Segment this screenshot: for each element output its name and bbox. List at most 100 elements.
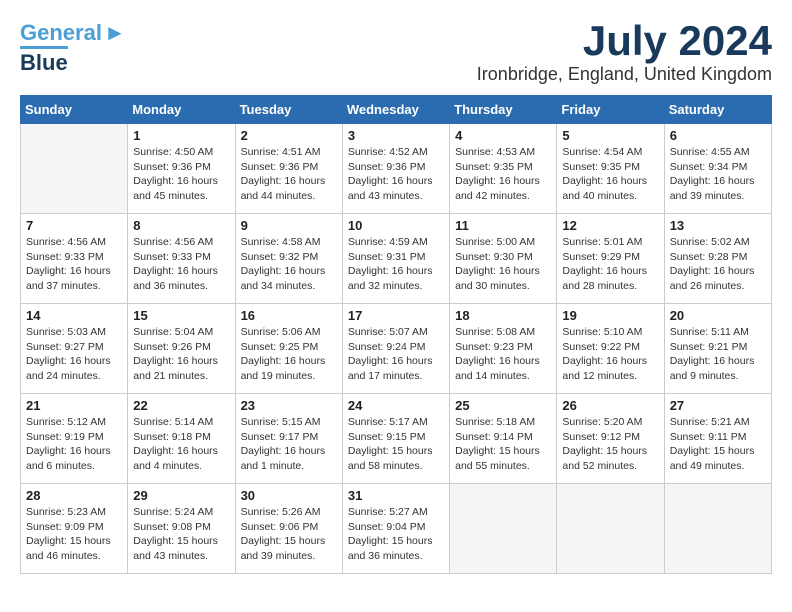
day-number: 26 — [562, 398, 658, 413]
column-header-tuesday: Tuesday — [235, 96, 342, 124]
day-info: Sunrise: 4:53 AM Sunset: 9:35 PM Dayligh… — [455, 145, 551, 204]
calendar-cell: 12 Sunrise: 5:01 AM Sunset: 9:29 PM Dayli… — [557, 214, 664, 304]
column-header-sunday: Sunday — [21, 96, 128, 124]
column-header-wednesday: Wednesday — [342, 96, 449, 124]
calendar-cell: 1 Sunrise: 4:50 AM Sunset: 9:36 PM Daylig… — [128, 124, 235, 214]
location-title: Ironbridge, England, United Kingdom — [477, 64, 772, 85]
day-info: Sunrise: 5:04 AM Sunset: 9:26 PM Dayligh… — [133, 325, 229, 384]
calendar-cell: 9Sunrise: 4:58 AM Sunset: 9:32 PM Daylig… — [235, 214, 342, 304]
day-number: 22 — [133, 398, 229, 413]
calendar-cell: 7 Sunrise: 4:56 AM Sunset: 9:33 PM Daylig… — [21, 214, 128, 304]
day-info: Sunrise: 4:51 AM Sunset: 9:36 PM Dayligh… — [241, 145, 337, 204]
calendar-cell: 19Sunrise: 5:10 AM Sunset: 9:22 PM Dayli… — [557, 304, 664, 394]
day-number: 8 — [133, 218, 229, 233]
calendar-cell: 22 Sunrise: 5:14 AM Sunset: 9:18 PM Dayli… — [128, 394, 235, 484]
day-number: 19 — [562, 308, 658, 323]
day-info: Sunrise: 5:15 AM Sunset: 9:17 PM Dayligh… — [241, 415, 337, 474]
day-info: Sunrise: 5:21 AM Sunset: 9:11 PM Dayligh… — [670, 415, 766, 474]
calendar-cell: 10 Sunrise: 4:59 AM Sunset: 9:31 PM Dayli… — [342, 214, 449, 304]
day-number: 24 — [348, 398, 444, 413]
day-info: Sunrise: 5:07 AM Sunset: 9:24 PM Dayligh… — [348, 325, 444, 384]
day-info: Sunrise: 5:18 AM Sunset: 9:14 PM Dayligh… — [455, 415, 551, 474]
calendar-cell: 18 Sunrise: 5:08 AM Sunset: 9:23 PM Dayli… — [450, 304, 557, 394]
day-number: 18 — [455, 308, 551, 323]
day-number: 13 — [670, 218, 766, 233]
day-info: Sunrise: 5:14 AM Sunset: 9:18 PM Dayligh… — [133, 415, 229, 474]
calendar-cell: 16 Sunrise: 5:06 AM Sunset: 9:25 PM Dayli… — [235, 304, 342, 394]
calendar-cell: 11Sunrise: 5:00 AM Sunset: 9:30 PM Dayli… — [450, 214, 557, 304]
calendar-cell: 28 Sunrise: 5:23 AM Sunset: 9:09 PM Dayli… — [21, 484, 128, 574]
day-number: 9 — [241, 218, 337, 233]
day-info: Sunrise: 5:20 AM Sunset: 9:12 PM Dayligh… — [562, 415, 658, 474]
day-number: 15 — [133, 308, 229, 323]
calendar-week-row: 1 Sunrise: 4:50 AM Sunset: 9:36 PM Daylig… — [21, 124, 772, 214]
calendar-cell: 29Sunrise: 5:24 AM Sunset: 9:08 PM Dayli… — [128, 484, 235, 574]
day-number: 28 — [26, 488, 122, 503]
calendar-cell — [450, 484, 557, 574]
calendar-cell: 31 Sunrise: 5:27 AM Sunset: 9:04 PM Dayli… — [342, 484, 449, 574]
day-info: Sunrise: 5:08 AM Sunset: 9:23 PM Dayligh… — [455, 325, 551, 384]
day-number: 4 — [455, 128, 551, 143]
day-number: 23 — [241, 398, 337, 413]
calendar-cell: 3 Sunrise: 4:52 AM Sunset: 9:36 PM Daylig… — [342, 124, 449, 214]
calendar-cell: 26 Sunrise: 5:20 AM Sunset: 9:12 PM Dayli… — [557, 394, 664, 484]
day-number: 10 — [348, 218, 444, 233]
day-number: 25 — [455, 398, 551, 413]
calendar-header-row: SundayMondayTuesdayWednesdayThursdayFrid… — [21, 96, 772, 124]
day-info: Sunrise: 4:52 AM Sunset: 9:36 PM Dayligh… — [348, 145, 444, 204]
column-header-saturday: Saturday — [664, 96, 771, 124]
calendar-cell: 23 Sunrise: 5:15 AM Sunset: 9:17 PM Dayli… — [235, 394, 342, 484]
day-info: Sunrise: 5:27 AM Sunset: 9:04 PM Dayligh… — [348, 505, 444, 564]
day-info: Sunrise: 5:17 AM Sunset: 9:15 PM Dayligh… — [348, 415, 444, 474]
column-header-friday: Friday — [557, 96, 664, 124]
calendar-cell: 2Sunrise: 4:51 AM Sunset: 9:36 PM Daylig… — [235, 124, 342, 214]
day-number: 30 — [241, 488, 337, 503]
day-number: 5 — [562, 128, 658, 143]
calendar-cell: 8Sunrise: 4:56 AM Sunset: 9:33 PM Daylig… — [128, 214, 235, 304]
calendar-cell: 20Sunrise: 5:11 AM Sunset: 9:21 PM Dayli… — [664, 304, 771, 394]
calendar-cell — [21, 124, 128, 214]
day-info: Sunrise: 5:23 AM Sunset: 9:09 PM Dayligh… — [26, 505, 122, 564]
day-info: Sunrise: 4:59 AM Sunset: 9:31 PM Dayligh… — [348, 235, 444, 294]
day-info: Sunrise: 5:03 AM Sunset: 9:27 PM Dayligh… — [26, 325, 122, 384]
day-info: Sunrise: 5:11 AM Sunset: 9:21 PM Dayligh… — [670, 325, 766, 384]
calendar-cell: 30 Sunrise: 5:26 AM Sunset: 9:06 PM Dayli… — [235, 484, 342, 574]
day-number: 6 — [670, 128, 766, 143]
day-number: 17 — [348, 308, 444, 323]
day-info: Sunrise: 5:26 AM Sunset: 9:06 PM Dayligh… — [241, 505, 337, 564]
day-number: 16 — [241, 308, 337, 323]
day-number: 12 — [562, 218, 658, 233]
calendar-week-row: 28 Sunrise: 5:23 AM Sunset: 9:09 PM Dayli… — [21, 484, 772, 574]
logo: General ► Blue — [20, 20, 126, 76]
calendar-week-row: 21Sunrise: 5:12 AM Sunset: 9:19 PM Dayli… — [21, 394, 772, 484]
day-number: 3 — [348, 128, 444, 143]
day-number: 1 — [133, 128, 229, 143]
calendar-cell: 6 Sunrise: 4:55 AM Sunset: 9:34 PM Daylig… — [664, 124, 771, 214]
logo-text: General — [20, 22, 102, 44]
day-info: Sunrise: 5:24 AM Sunset: 9:08 PM Dayligh… — [133, 505, 229, 564]
calendar-week-row: 14Sunrise: 5:03 AM Sunset: 9:27 PM Dayli… — [21, 304, 772, 394]
day-info: Sunrise: 5:01 AM Sunset: 9:29 PM Dayligh… — [562, 235, 658, 294]
day-info: Sunrise: 5:06 AM Sunset: 9:25 PM Dayligh… — [241, 325, 337, 384]
logo-line2: Blue — [20, 46, 68, 76]
month-title: July 2024 — [477, 20, 772, 62]
calendar-cell: 5Sunrise: 4:54 AM Sunset: 9:35 PM Daylig… — [557, 124, 664, 214]
page-header: General ► Blue July 2024 Ironbridge, Eng… — [20, 20, 772, 85]
title-block: July 2024 Ironbridge, England, United Ki… — [477, 20, 772, 85]
day-info: Sunrise: 4:50 AM Sunset: 9:36 PM Dayligh… — [133, 145, 229, 204]
day-number: 31 — [348, 488, 444, 503]
calendar-cell: 27 Sunrise: 5:21 AM Sunset: 9:11 PM Dayli… — [664, 394, 771, 484]
day-info: Sunrise: 4:56 AM Sunset: 9:33 PM Dayligh… — [26, 235, 122, 294]
calendar-week-row: 7 Sunrise: 4:56 AM Sunset: 9:33 PM Daylig… — [21, 214, 772, 304]
calendar-cell — [664, 484, 771, 574]
column-header-thursday: Thursday — [450, 96, 557, 124]
logo-bird-icon: ► — [104, 20, 126, 46]
calendar-cell: 13 Sunrise: 5:02 AM Sunset: 9:28 PM Dayli… — [664, 214, 771, 304]
day-number: 11 — [455, 218, 551, 233]
day-number: 7 — [26, 218, 122, 233]
day-info: Sunrise: 4:55 AM Sunset: 9:34 PM Dayligh… — [670, 145, 766, 204]
day-number: 21 — [26, 398, 122, 413]
calendar-cell: 14Sunrise: 5:03 AM Sunset: 9:27 PM Dayli… — [21, 304, 128, 394]
day-number: 27 — [670, 398, 766, 413]
day-info: Sunrise: 5:02 AM Sunset: 9:28 PM Dayligh… — [670, 235, 766, 294]
